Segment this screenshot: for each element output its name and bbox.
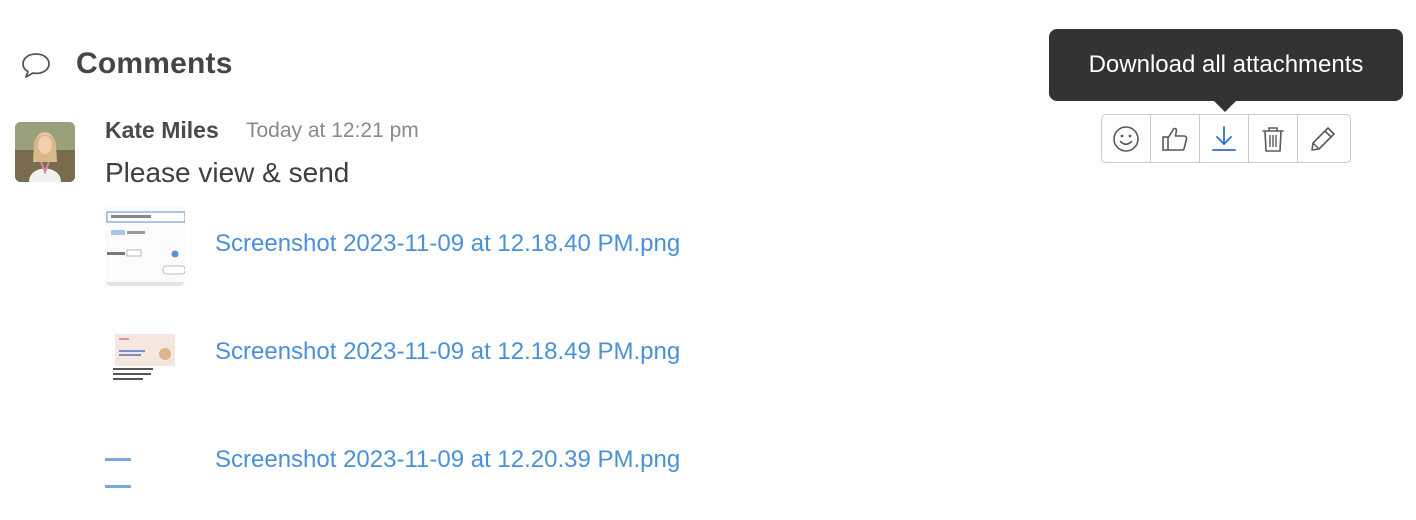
tooltip-arrow [1213,100,1237,112]
attachment-thumbnail[interactable] [105,422,185,502]
attachment-thumbnail[interactable] [105,314,185,394]
download-all-button[interactable] [1200,115,1249,162]
attachment-item: Screenshot 2023-11-09 at 12.18.40 PM.png [105,206,805,288]
thumbs-up-icon [1162,127,1188,151]
speech-bubble-icon [20,49,52,81]
add-reaction-button[interactable] [1102,115,1151,162]
comment-message: Please view & send [105,157,350,188]
download-tooltip: Download all attachments [1049,29,1403,101]
like-button[interactable] [1151,115,1200,162]
trash-icon [1262,126,1284,152]
attachment-link[interactable]: Screenshot 2023-11-09 at 12.18.40 PM.png [215,230,680,258]
section-title: Comments [76,47,233,80]
comment-actions-toolbar [1101,114,1351,163]
comment-timestamp: Today at 12:21 pm [246,119,419,142]
attachment-link[interactable]: Screenshot 2023-11-09 at 12.20.39 PM.png [215,446,680,474]
comment-author[interactable]: Kate Miles [105,117,219,144]
edit-button[interactable] [1298,115,1348,162]
pencil-icon [1311,126,1335,151]
attachment-item: Screenshot 2023-11-09 at 12.20.39 PM.png [105,422,805,504]
attachment-item: Screenshot 2023-11-09 at 12.18.49 PM.png [105,314,805,396]
attachment-thumbnail[interactable] [105,206,185,286]
download-icon [1212,125,1236,151]
avatar[interactable] [15,122,75,182]
attachment-link[interactable]: Screenshot 2023-11-09 at 12.18.49 PM.png [215,338,680,366]
comments-header [20,44,52,86]
smiley-icon [1113,125,1139,152]
delete-button[interactable] [1249,115,1298,162]
